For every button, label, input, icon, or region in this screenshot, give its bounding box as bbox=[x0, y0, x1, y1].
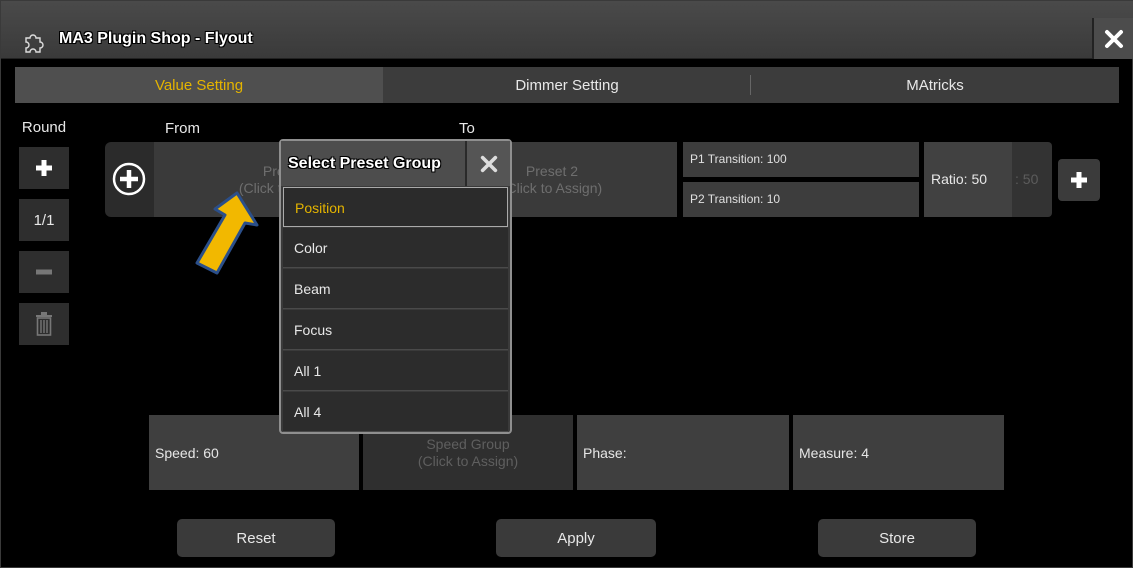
apply-button[interactable]: Apply bbox=[496, 519, 656, 557]
option-all-1[interactable]: All 1 bbox=[283, 351, 508, 391]
add-preset-row-button[interactable] bbox=[109, 159, 149, 199]
pointer-arrow-icon bbox=[195, 191, 259, 275]
circle-plus-icon bbox=[112, 162, 146, 196]
tab-bar: Value Setting Dimmer Setting MAtricks bbox=[15, 67, 1119, 103]
tab-value-setting[interactable]: Value Setting bbox=[15, 67, 383, 103]
round-remove-button[interactable] bbox=[19, 251, 69, 293]
minus-icon bbox=[36, 269, 52, 275]
title-bar: MA3 Plugin Shop - Flyout bbox=[1, 1, 1133, 59]
store-button[interactable]: Store bbox=[818, 519, 976, 557]
trash-icon bbox=[36, 312, 52, 336]
plus-icon bbox=[1071, 172, 1087, 188]
preset-name: Preset 2 bbox=[525, 162, 579, 179]
round-counter: 1/1 bbox=[19, 199, 69, 241]
option-beam[interactable]: Beam bbox=[283, 269, 508, 309]
tab-label: MAtricks bbox=[906, 76, 964, 94]
option-position[interactable]: Position bbox=[283, 187, 508, 227]
puzzle-icon bbox=[25, 34, 44, 53]
round-delete-button[interactable] bbox=[19, 303, 69, 345]
close-icon bbox=[480, 155, 497, 172]
reset-button[interactable]: Reset bbox=[177, 519, 335, 557]
tab-dimmer-setting[interactable]: Dimmer Setting bbox=[383, 67, 751, 103]
speed-group-hint: (Click to Assign) bbox=[417, 452, 519, 469]
ratio-field[interactable]: Ratio: 50 bbox=[924, 142, 1012, 217]
option-all-4[interactable]: All 4 bbox=[283, 392, 508, 432]
speed-group-name: Speed Group bbox=[426, 435, 510, 452]
to-label: To bbox=[459, 120, 475, 137]
popup-header: Select Preset Group bbox=[281, 141, 510, 186]
popup-close-button[interactable] bbox=[465, 141, 510, 186]
round-label: Round bbox=[21, 119, 67, 136]
preset-hint: (Click to Assign) bbox=[501, 179, 603, 196]
window-title: MA3 Plugin Shop - Flyout bbox=[59, 30, 253, 47]
phase-field[interactable]: Phase: bbox=[577, 415, 789, 490]
tab-label: Value Setting bbox=[154, 76, 244, 94]
select-preset-group-popup: Select Preset Group Position Color Beam … bbox=[279, 139, 512, 434]
popup-title: Select Preset Group bbox=[288, 155, 441, 172]
p1-transition-field[interactable]: P1 Transition: 100 bbox=[683, 142, 919, 177]
close-icon bbox=[1105, 29, 1123, 48]
plugin-window: MA3 Plugin Shop - Flyout Value Setting D… bbox=[0, 0, 1133, 568]
add-ratio-button[interactable] bbox=[1058, 159, 1100, 201]
tab-matricks[interactable]: MAtricks bbox=[751, 67, 1119, 103]
p2-transition-field[interactable]: P2 Transition: 10 bbox=[683, 182, 919, 217]
from-label: From bbox=[165, 120, 200, 137]
option-color[interactable]: Color bbox=[283, 228, 508, 268]
plus-icon bbox=[36, 160, 52, 176]
measure-field[interactable]: Measure: 4 bbox=[793, 415, 1004, 490]
window-close-button[interactable] bbox=[1092, 18, 1133, 59]
option-focus[interactable]: Focus bbox=[283, 310, 508, 350]
round-add-button[interactable] bbox=[19, 147, 69, 189]
ratio-secondary-value: : 50 bbox=[1015, 171, 1039, 187]
tab-label: Dimmer Setting bbox=[515, 76, 619, 94]
